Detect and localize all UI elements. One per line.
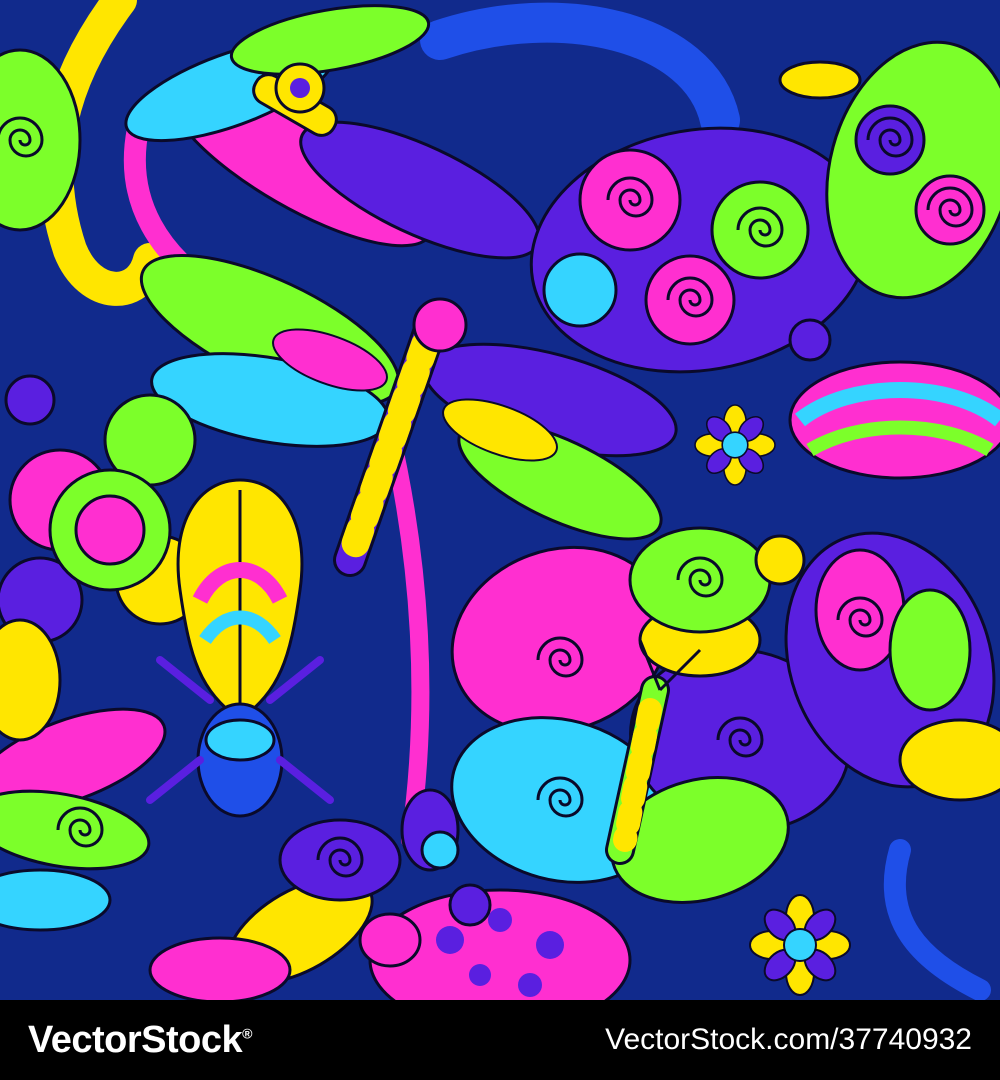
brand-logo: VectorStock® <box>28 1019 252 1062</box>
registered-mark: ® <box>242 1024 252 1041</box>
pattern-svg <box>0 0 1000 1000</box>
stock-id-text: VectorStock.com/37740932 <box>605 1023 972 1056</box>
striped-beetle-right <box>788 360 1000 480</box>
pattern-artwork <box>0 0 1000 1000</box>
brand-name: VectorStock <box>28 1018 243 1061</box>
watermark-footer: VectorStock® VectorStock.com/37740932 <box>0 1000 1000 1080</box>
